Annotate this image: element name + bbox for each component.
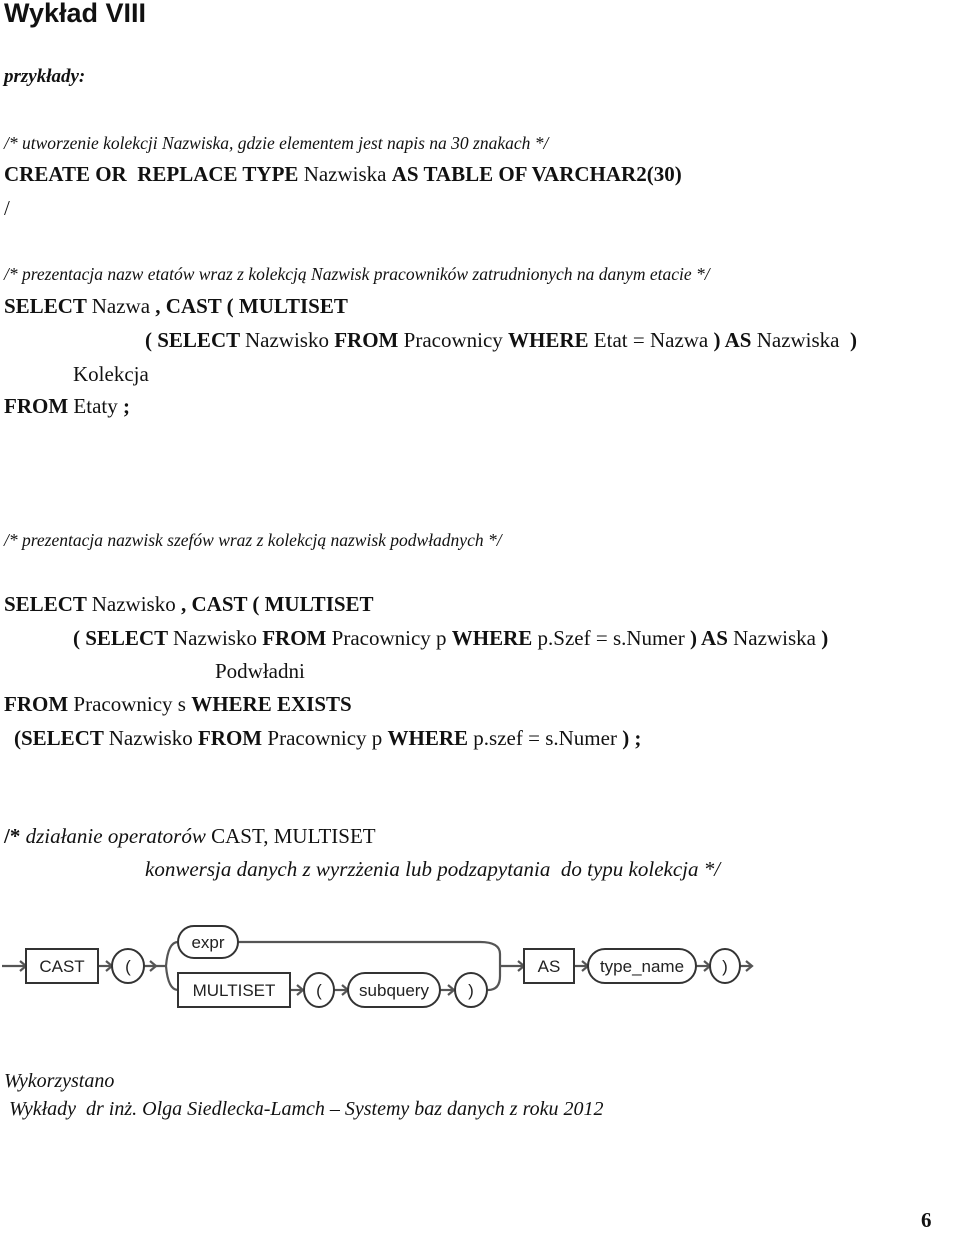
sql-keyword: WHERE: [508, 328, 594, 352]
sql-identifier: Etat = Nazwa: [593, 328, 714, 352]
sql-identifier: Nazwiska: [303, 162, 392, 186]
credits-source: Wykłady dr inż. Olga Siedlecka-Lamch – S…: [4, 1098, 604, 1120]
sql-identifier: Nazwiska: [733, 626, 822, 650]
sql-keyword: FROM: [262, 626, 332, 650]
sql-keyword: WHERE: [451, 626, 538, 650]
cast-syntax-diagram: CAST ( expr MULTISET ( subquery ) AS typ…: [2, 925, 754, 1008]
sql-identifier: Nazwisko: [108, 726, 198, 750]
sql-keyword: FROM: [4, 394, 74, 418]
sql-identifier: Pracownicy p: [331, 626, 452, 650]
sql-keyword: FROM: [4, 692, 74, 716]
sql-keyword: CREATE OR REPLACE TYPE: [4, 162, 304, 186]
diagram-label-close-paren: ): [722, 957, 728, 976]
sql-keyword: WHERE: [387, 726, 474, 750]
sql-keyword: ): [850, 328, 858, 352]
code-line: Podwładni: [215, 659, 305, 684]
diagram-label-as: AS: [538, 957, 561, 976]
sql-identifier: Pracownicy p: [267, 726, 388, 750]
comment-bosses-query: /* prezentacja nazwisk szefów wraz z kol…: [4, 530, 502, 550]
comment-text: działanie operatorów: [20, 824, 212, 848]
page-number: 6: [921, 1208, 932, 1232]
sql-identifier: Nazwa: [91, 294, 156, 318]
code-line: SELECT Nazwa , CAST ( MULTISET: [4, 294, 348, 319]
sql-keyword: ;: [122, 394, 130, 418]
diagram-label-cast: CAST: [39, 957, 84, 976]
sql-identifier: Etaty: [73, 394, 123, 418]
examples-heading: przykłady:: [4, 66, 86, 87]
diagram-connector: [479, 940, 502, 966]
sql-keyword: ( SELECT: [145, 328, 245, 352]
diagram-label-type-name: type_name: [600, 957, 684, 976]
sql-identifier: Nazwisko: [91, 592, 181, 616]
sql-keyword: FROM: [197, 726, 268, 750]
comment-operators: /* działanie operatorów CAST, MULTISET: [4, 824, 376, 849]
diagram-connector: [487, 966, 502, 992]
sql-identifier: Pracownicy s: [73, 692, 192, 716]
code-line: Kolekcja: [73, 362, 149, 387]
diagram-label-expr: expr: [191, 933, 224, 952]
sql-identifier: Pracownicy: [403, 328, 509, 352]
sql-identifier: p.Szef = s.Numer: [537, 626, 690, 650]
sql-keyword: SELECT: [4, 294, 92, 318]
code-line: FROM Pracownicy s WHERE EXISTS: [4, 692, 352, 717]
code-line: ( SELECT Nazwisko FROM Pracownicy p WHER…: [73, 626, 828, 651]
code-create-type: CREATE OR REPLACE TYPE Nazwiska AS TABLE…: [4, 162, 682, 187]
diagram-label-multiset: MULTISET: [193, 981, 276, 1000]
diagram-label-open-paren: (: [125, 957, 131, 976]
sql-identifier: Nazwisko: [173, 626, 263, 650]
code-line: (SELECT Nazwisko FROM Pracownicy p WHERE…: [14, 726, 641, 751]
comment-open: /*: [4, 824, 21, 848]
sql-keyword: ): [821, 626, 829, 650]
sql-identifier: p.szef = s.Numer: [473, 726, 623, 750]
comment-positions-query: /* prezentacja nazw etatów wraz z kolekc…: [4, 264, 710, 284]
sql-keyword: SELECT: [4, 592, 92, 616]
sql-identifier: Nazwiska: [756, 328, 851, 352]
comment-create-type: /* utworzenie kolekcji Nazwiska, gdzie e…: [4, 133, 549, 153]
code-line: ( SELECT Nazwisko FROM Pracownicy WHERE …: [145, 328, 857, 353]
sql-keyword: AS TABLE OF VARCHAR2(30): [391, 162, 682, 186]
sql-keyword: , CAST ( MULTISET: [180, 592, 374, 616]
code-line: FROM Etaty ;: [4, 394, 130, 419]
document-title: Wykład VIII: [4, 0, 147, 28]
operators-names: CAST, MULTISET: [211, 824, 376, 848]
code-slash: /: [4, 196, 10, 220]
sql-keyword: ) AS: [713, 328, 757, 352]
sql-keyword: ) AS: [689, 626, 734, 650]
sql-identifier: Podwładni: [215, 659, 305, 683]
sql-keyword: ( SELECT: [73, 626, 173, 650]
diagram-label-sub-open-paren: (: [316, 981, 322, 1000]
diagram-label-sub-close-paren: ): [468, 981, 474, 1000]
diagram-connector: [164, 965, 179, 992]
sql-identifier: Nazwisko: [245, 328, 335, 352]
diagram-label-subquery: subquery: [359, 981, 429, 1000]
credits-label: Wykorzystano: [4, 1070, 115, 1092]
sql-keyword: ) ;: [622, 726, 642, 750]
comment-operators-description: konwersja danych z wyrzżenia lub podzapy…: [145, 857, 721, 881]
diagram-connector: [164, 940, 179, 967]
sql-keyword: , CAST ( MULTISET: [155, 294, 348, 318]
sql-keyword: FROM: [334, 328, 404, 352]
code-line: SELECT Nazwisko , CAST ( MULTISET: [4, 592, 374, 617]
sql-keyword: (SELECT: [14, 726, 109, 750]
sql-identifier: Kolekcja: [73, 362, 149, 386]
sql-keyword: WHERE EXISTS: [191, 692, 352, 716]
